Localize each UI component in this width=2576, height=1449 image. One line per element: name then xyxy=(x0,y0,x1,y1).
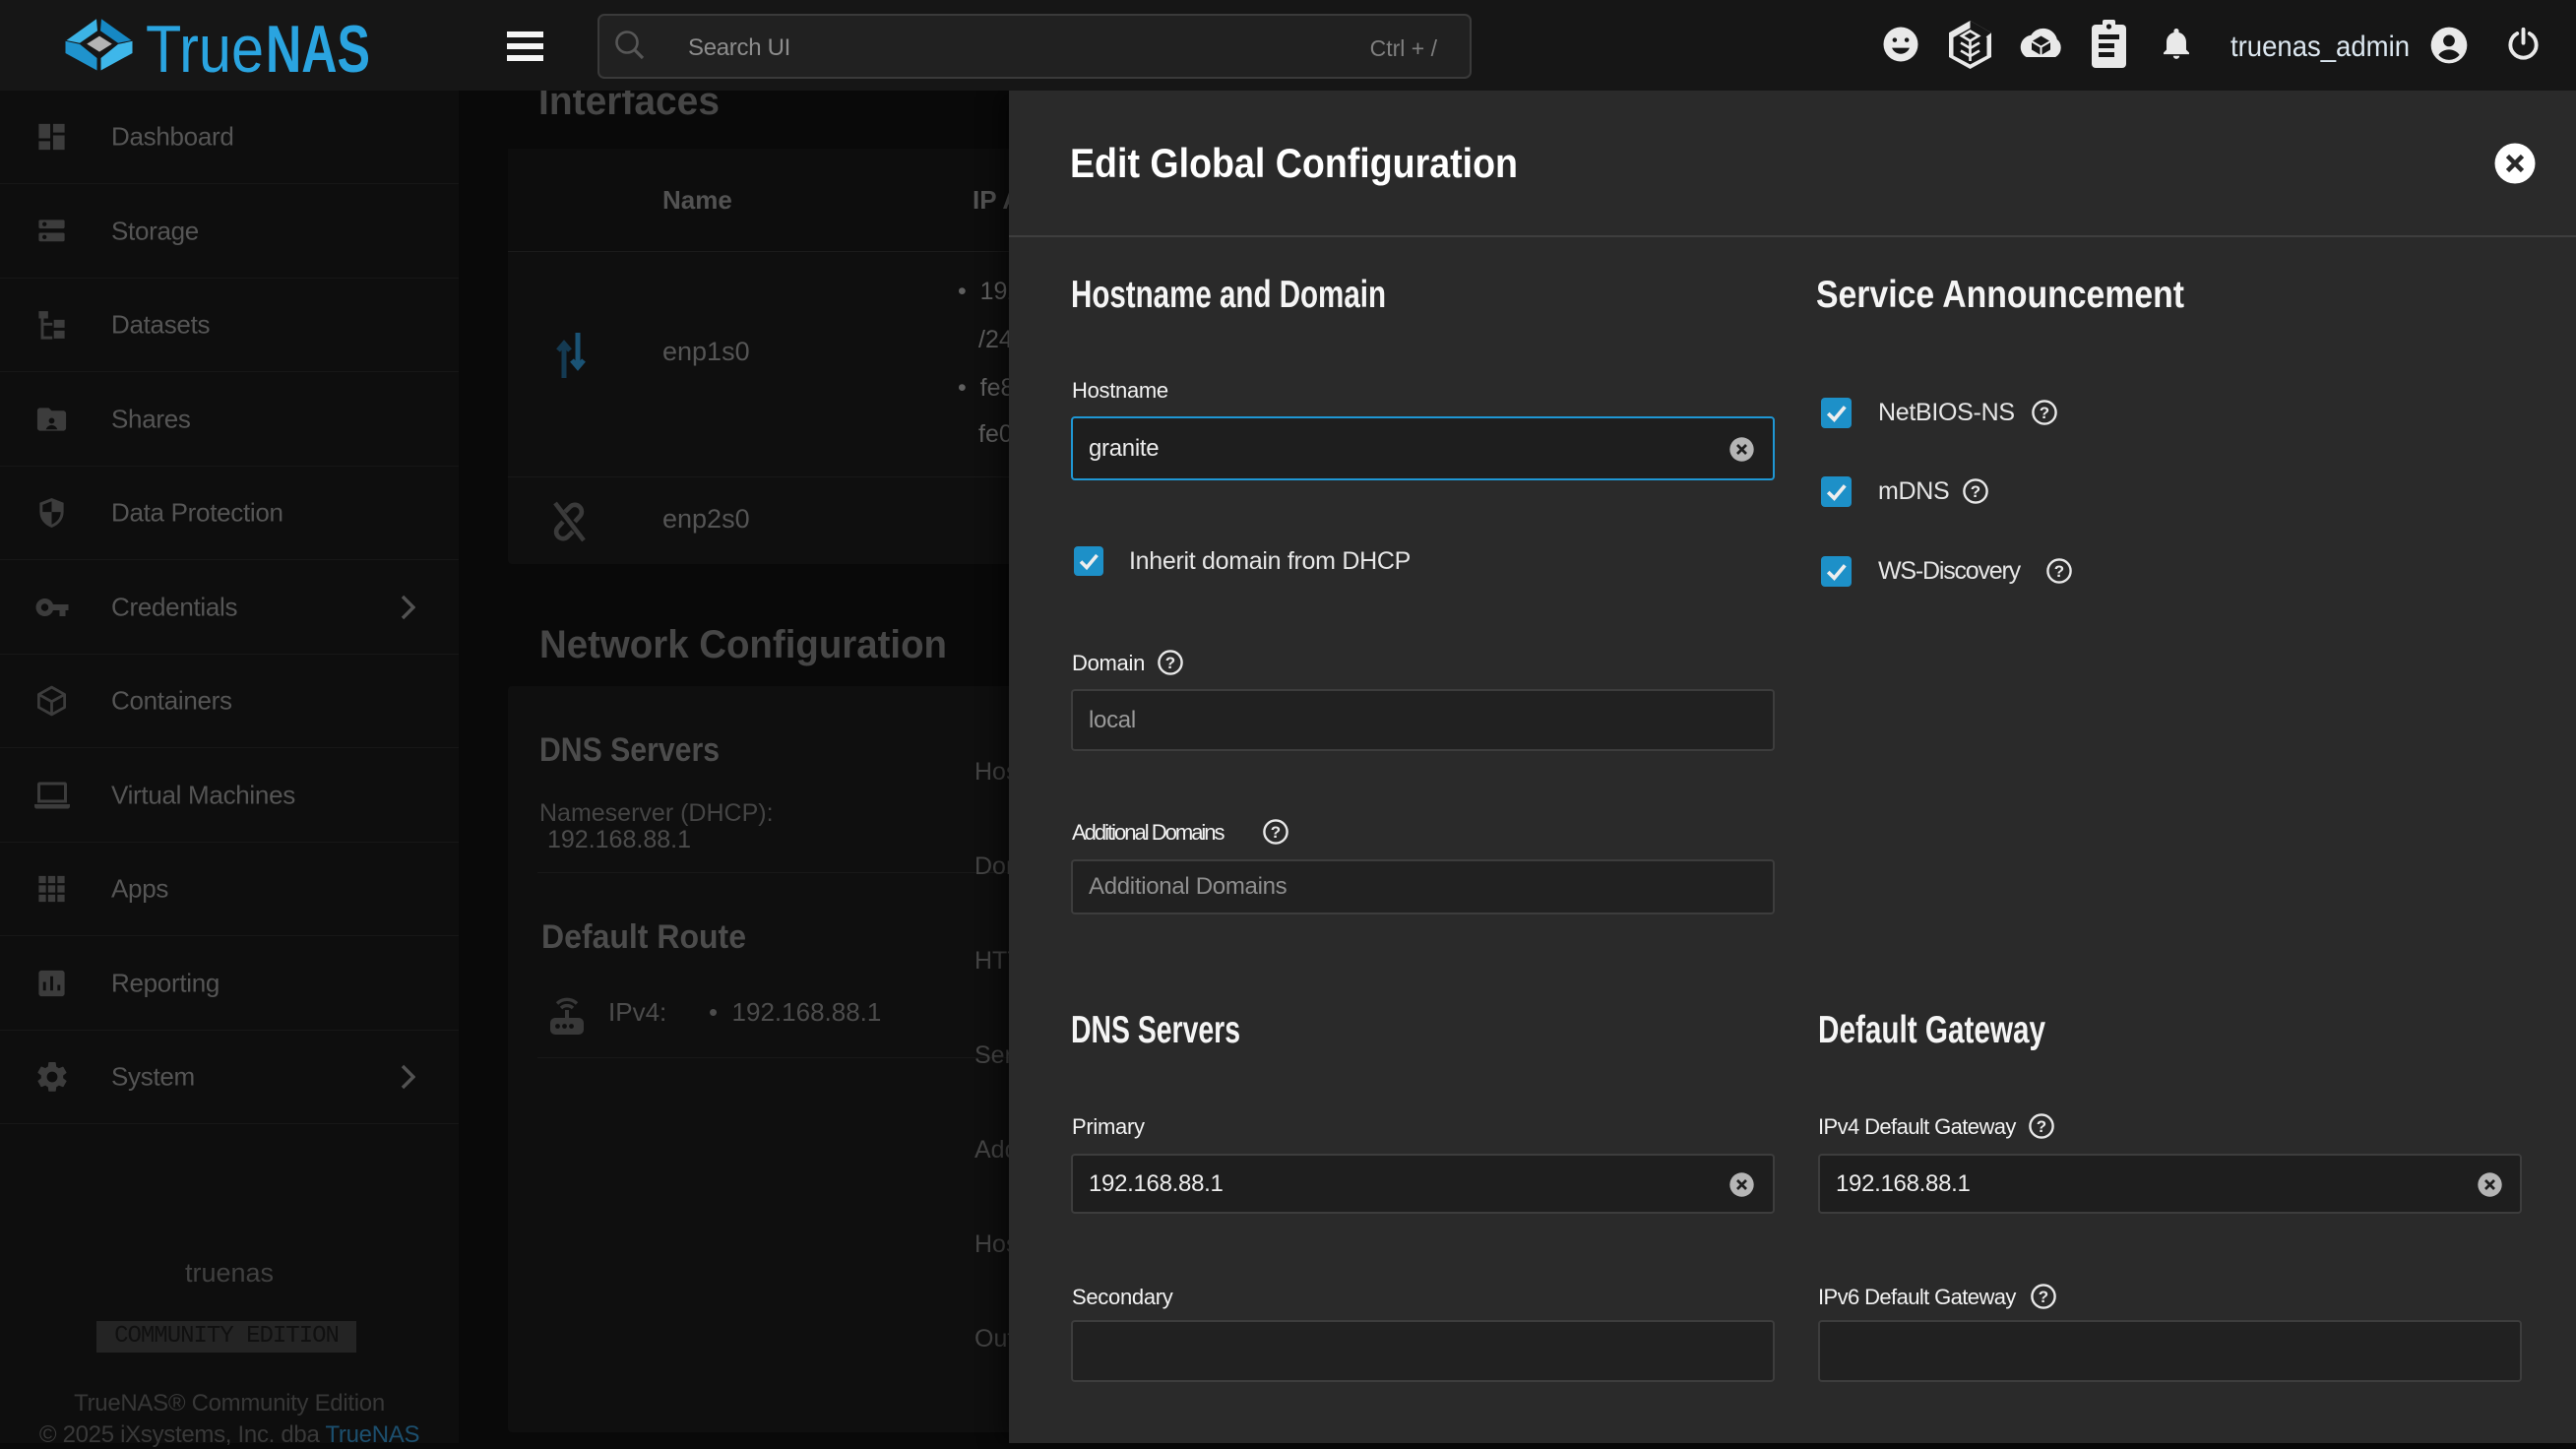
svg-text:NAS: NAS xyxy=(266,12,370,85)
svg-text:Interfaces: Interfaces xyxy=(538,91,720,123)
svg-text:True: True xyxy=(146,12,264,85)
svg-text:Hostname and Domain: Hostname and Domain xyxy=(1071,274,1386,316)
svg-text:Default Route: Default Route xyxy=(541,918,746,956)
svg-text:?: ? xyxy=(2040,404,2049,422)
svg-text:Network Configuration: Network Configuration xyxy=(539,623,947,666)
svg-text:?: ? xyxy=(1165,654,1175,672)
svg-text:Edit Global Configuration: Edit Global Configuration xyxy=(1070,140,1518,186)
svg-text:Default Gateway: Default Gateway xyxy=(1818,1009,2045,1051)
svg-text:truenas_admin: truenas_admin xyxy=(2230,31,2410,63)
svg-text:DNS Servers: DNS Servers xyxy=(1071,1009,1240,1051)
svg-text:DNS Servers: DNS Servers xyxy=(539,731,720,769)
svg-text:?: ? xyxy=(1271,823,1281,842)
svg-text:Service Announcement: Service Announcement xyxy=(1816,274,2184,316)
svg-text:?: ? xyxy=(2039,1288,2048,1306)
svg-text:?: ? xyxy=(2037,1117,2046,1136)
svg-text:?: ? xyxy=(1971,482,1980,501)
svg-text:?: ? xyxy=(2054,562,2064,581)
